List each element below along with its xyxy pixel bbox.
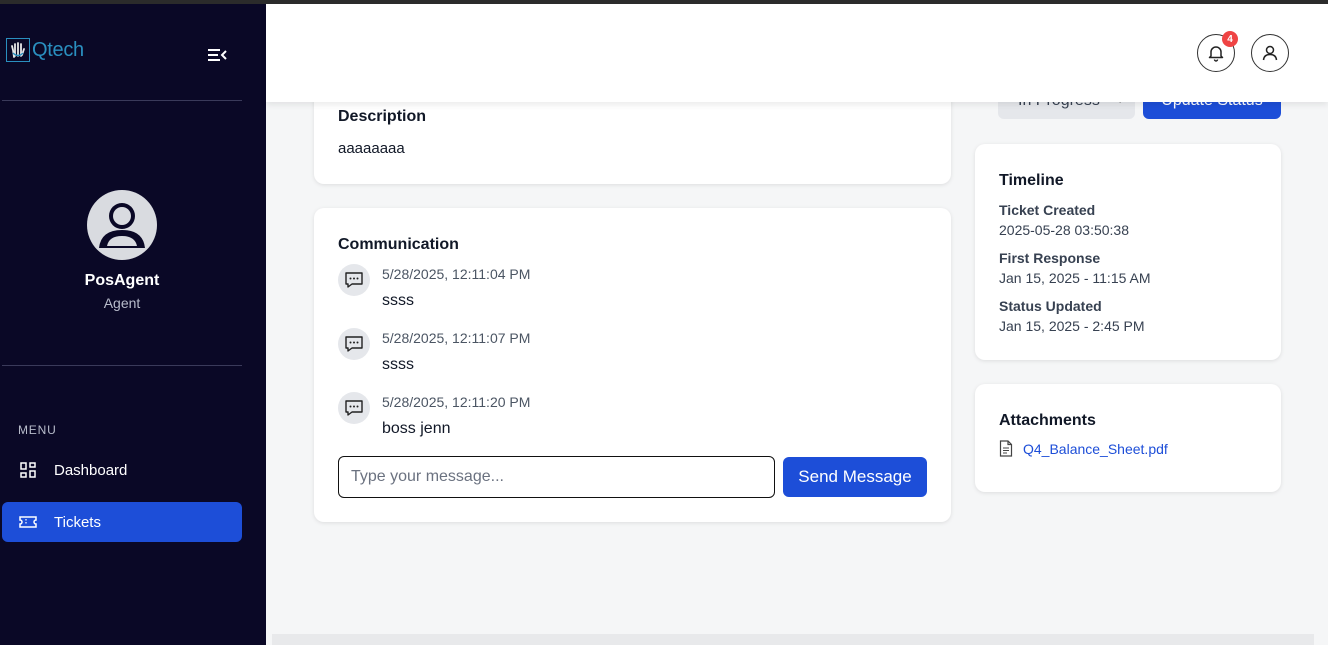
hand-logo-icon <box>6 38 30 62</box>
description-title: Description <box>338 108 427 125</box>
user-icon <box>1262 45 1278 61</box>
timeline-entry-value: Jan 15, 2025 - 11:15 AM <box>999 270 1151 286</box>
sidebar-item-dashboard[interactable]: Dashboard <box>2 450 242 490</box>
timeline-entry-value: 2025-05-28 03:50:38 <box>999 222 1129 238</box>
collapse-sidebar-icon[interactable] <box>206 46 228 64</box>
attachments-title: Attachments <box>999 412 1096 429</box>
app-logo[interactable]: Qtech <box>6 38 84 62</box>
document-icon <box>999 440 1013 457</box>
horizontal-scrollbar[interactable] <box>272 634 1314 645</box>
window-top-border <box>0 0 1328 4</box>
communication-card: Communication 5/28/2025, 12:11:04 PM sss… <box>314 208 951 522</box>
notification-count-badge: 4 <box>1222 31 1238 47</box>
message-text: boss jenn <box>382 420 451 437</box>
sidebar: Qtech PosAgent Agent MENU Dashboard Tick… <box>0 4 266 645</box>
message-input[interactable] <box>338 456 775 498</box>
bell-icon <box>1208 46 1224 62</box>
chat-bubble-icon <box>338 264 370 296</box>
top-header <box>266 4 1328 102</box>
timeline-entry-label: Ticket Created <box>999 202 1096 218</box>
message-item: 5/28/2025, 12:11:07 PM ssss <box>338 328 918 384</box>
chat-bubble-icon <box>338 328 370 360</box>
sidebar-divider <box>2 365 242 366</box>
attachment-item[interactable]: Q4_Balance_Sheet.pdf <box>999 440 1168 457</box>
sidebar-item-tickets[interactable]: Tickets <box>2 502 242 542</box>
message-timestamp: 5/28/2025, 12:11:07 PM <box>382 330 531 346</box>
message-timestamp: 5/28/2025, 12:11:04 PM <box>382 266 531 282</box>
message-text: ssss <box>382 292 414 309</box>
logo-text: Qtech <box>32 38 84 61</box>
dashboard-grid-icon <box>19 461 37 479</box>
sidebar-divider <box>2 100 242 101</box>
menu-section-label: MENU <box>18 423 57 437</box>
communication-title: Communication <box>338 236 459 253</box>
timeline-title: Timeline <box>999 172 1064 189</box>
message-timestamp: 5/28/2025, 12:11:20 PM <box>382 394 531 410</box>
user-role: Agent <box>103 295 141 311</box>
attachment-link[interactable]: Q4_Balance_Sheet.pdf <box>1023 441 1168 457</box>
sidebar-item-label: Dashboard <box>54 461 128 479</box>
sidebar-item-label: Tickets <box>54 513 101 531</box>
message-item: 5/28/2025, 12:11:20 PM boss jenn <box>338 392 918 448</box>
user-avatar <box>87 190 157 260</box>
message-text: ssss <box>382 356 414 373</box>
timeline-entry-value: Jan 15, 2025 - 2:45 PM <box>999 318 1145 334</box>
timeline-card: Timeline Ticket Created 2025-05-28 03:50… <box>975 144 1281 360</box>
timeline-entry-label: Status Updated <box>999 298 1102 314</box>
chat-bubble-icon <box>338 392 370 424</box>
attachments-card: Attachments Q4_Balance_Sheet.pdf <box>975 384 1281 492</box>
user-name: PosAgent <box>84 272 160 289</box>
timeline-entry-label: First Response <box>999 250 1101 266</box>
send-message-button[interactable]: Send Message <box>783 457 927 497</box>
profile-button[interactable] <box>1251 34 1289 72</box>
message-item: 5/28/2025, 12:11:04 PM ssss <box>338 264 918 320</box>
description-text: aaaaaaaa <box>338 140 405 157</box>
ticket-icon <box>19 513 37 531</box>
